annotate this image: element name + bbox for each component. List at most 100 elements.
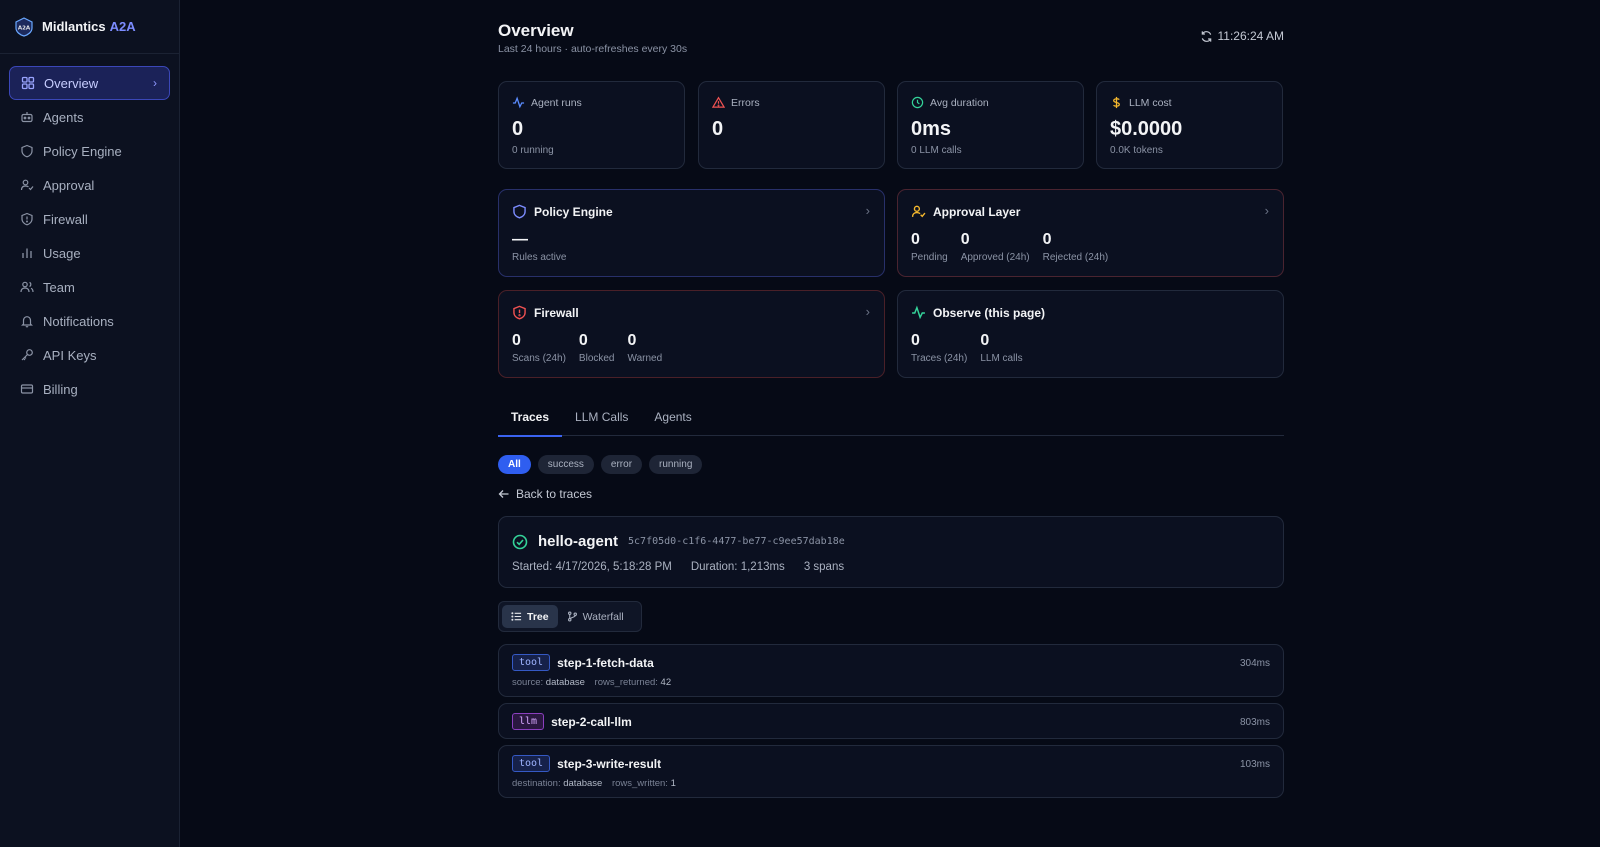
- bell-icon: [20, 314, 34, 328]
- sidebar-item-billing[interactable]: Billing: [9, 372, 170, 406]
- tab-traces[interactable]: Traces: [498, 410, 563, 437]
- view-toggle: Tree Waterfall: [498, 601, 642, 632]
- span-name: step-1-fetch-data: [557, 655, 654, 670]
- users-icon: [20, 280, 34, 294]
- dollar-icon: [1113, 96, 1120, 109]
- sidebar: A2A Midlantics A2A Overview › Agents Pol…: [0, 0, 180, 847]
- sidebar-item-notifications[interactable]: Notifications: [9, 304, 170, 338]
- status-filters: All success error running: [498, 455, 709, 474]
- attr-key: destination:: [512, 778, 561, 789]
- activity-icon: [512, 96, 525, 109]
- back-to-traces-link[interactable]: Back to traces: [498, 487, 592, 501]
- sidebar-item-api-keys[interactable]: API Keys: [9, 338, 170, 372]
- shield-alert-icon: [513, 305, 526, 320]
- back-label: Back to traces: [516, 487, 593, 501]
- rejected-label: Rejected (24h): [1042, 252, 1109, 263]
- tab-llm-calls[interactable]: LLM Calls: [562, 410, 641, 436]
- shield-alert-icon: [20, 212, 34, 226]
- llm-calls-label: LLM calls: [980, 353, 1023, 364]
- span-duration: 803ms: [1239, 717, 1270, 728]
- observe-card: Observe (this page) 0 Traces (24h) 0 LLM…: [897, 290, 1284, 378]
- robot-icon: [20, 110, 34, 124]
- brand[interactable]: A2A Midlantics A2A: [0, 0, 179, 54]
- page-header: Overview Last 24 hours · auto-refreshes …: [498, 0, 1284, 80]
- sidebar-item-label: Overview: [44, 75, 99, 91]
- attr-key: rows_returned:: [594, 677, 658, 688]
- user-check-icon: [20, 178, 34, 192]
- tree-label: Tree: [527, 610, 549, 623]
- tree-view-button[interactable]: Tree: [502, 605, 558, 628]
- span-type-badge: llm: [512, 713, 545, 730]
- filter-running[interactable]: running: [649, 455, 703, 474]
- waterfall-view-button[interactable]: Waterfall: [558, 605, 633, 628]
- rules-active-label: Rules active: [512, 252, 567, 263]
- brand-accent: A2A: [109, 19, 136, 34]
- stat-card-avg-duration: Avg duration 0ms 0 LLM calls: [897, 81, 1084, 169]
- blocked-label: Blocked: [578, 353, 615, 364]
- sidebar-item-approval[interactable]: Approval: [9, 168, 170, 202]
- stat-sub: 0.0K tokens: [1110, 145, 1163, 156]
- arrow-left-icon: [498, 490, 509, 498]
- scans-label: Scans (24h): [512, 353, 566, 364]
- user-check-icon: [911, 205, 926, 218]
- attr-value: 42: [660, 677, 672, 688]
- scans-value: 0: [512, 332, 521, 349]
- span-row[interactable]: llm step-2-call-llm 803ms: [498, 703, 1284, 739]
- key-icon: [20, 348, 34, 362]
- span-attributes: source: database rows_returned: 42: [512, 677, 678, 688]
- traces-value: 0: [911, 332, 920, 349]
- page-title: Overview: [498, 21, 574, 40]
- card-title: Policy Engine: [534, 204, 613, 219]
- approval-layer-card[interactable]: Approval Layer › 0 Pending 0 Approved (2…: [897, 189, 1284, 277]
- trace-started: Started: 4/17/2026, 5:18:28 PM: [512, 561, 672, 573]
- card-title: Firewall: [534, 305, 579, 320]
- sidebar-item-usage[interactable]: Usage: [9, 236, 170, 270]
- span-name: step-3-write-result: [557, 756, 662, 771]
- filter-error[interactable]: error: [600, 455, 643, 474]
- stat-label: Agent runs: [531, 96, 582, 109]
- attr-key: rows_written:: [611, 778, 668, 789]
- attr-value: 1: [670, 778, 676, 789]
- approved-label: Approved (24h): [960, 252, 1030, 263]
- filter-success[interactable]: success: [537, 455, 594, 474]
- span-row[interactable]: tool step-1-fetch-data 304ms source: dat…: [498, 644, 1284, 697]
- sidebar-item-agents[interactable]: Agents: [9, 100, 170, 134]
- warned-value: 0: [627, 332, 637, 349]
- sidebar-item-label: Policy Engine: [43, 143, 122, 159]
- sidebar-item-label: Approval: [43, 177, 95, 193]
- stat-value: $0.0000: [1110, 118, 1183, 140]
- sidebar-item-team[interactable]: Team: [9, 270, 170, 304]
- span-duration: 103ms: [1239, 759, 1270, 770]
- sidebar-item-label: Team: [43, 279, 75, 295]
- sidebar-item-label: Agents: [43, 109, 84, 125]
- chevron-right-icon: ›: [1264, 203, 1269, 218]
- activity-icon: [912, 305, 925, 320]
- waterfall-label: Waterfall: [582, 610, 624, 623]
- span-row[interactable]: tool step-3-write-result 103ms destinati…: [498, 745, 1284, 798]
- refresh-clock[interactable]: 11:26:24 AM: [1200, 29, 1284, 43]
- sidebar-item-overview[interactable]: Overview ›: [9, 66, 170, 100]
- stat-label: Errors: [731, 96, 760, 109]
- sidebar-item-label: Usage: [43, 245, 81, 261]
- firewall-card[interactable]: Firewall › 0 Scans (24h) 0 Blocked 0 War…: [498, 290, 885, 378]
- stat-value: 0ms: [911, 118, 952, 140]
- clock-icon: [911, 96, 924, 109]
- brand-name: Midlantics: [42, 19, 106, 34]
- sidebar-item-policy-engine[interactable]: Policy Engine: [9, 134, 170, 168]
- sidebar-item-firewall[interactable]: Firewall: [9, 202, 170, 236]
- card-title: Observe (this page): [933, 305, 1046, 320]
- filter-all[interactable]: All: [498, 455, 531, 474]
- refresh-icon: [1201, 30, 1211, 42]
- credit-card-icon: [20, 382, 34, 396]
- span-duration: 304ms: [1239, 658, 1270, 669]
- logo-icon: A2A: [15, 16, 33, 37]
- warning-icon: [712, 96, 725, 108]
- stat-sub: 0 running: [512, 145, 554, 156]
- policy-engine-card[interactable]: Policy Engine › — Rules active: [498, 189, 885, 277]
- trace-name: hello-agent: [538, 533, 619, 550]
- llm-calls-value: 0: [980, 332, 990, 349]
- chevron-right-icon: ›: [153, 76, 157, 90]
- trace-detail-card: hello-agent 5c7f05d0-c1f6-4477-be77-c9ee…: [498, 516, 1284, 588]
- tab-agents[interactable]: Agents: [641, 410, 704, 436]
- stat-value: 0: [512, 118, 524, 140]
